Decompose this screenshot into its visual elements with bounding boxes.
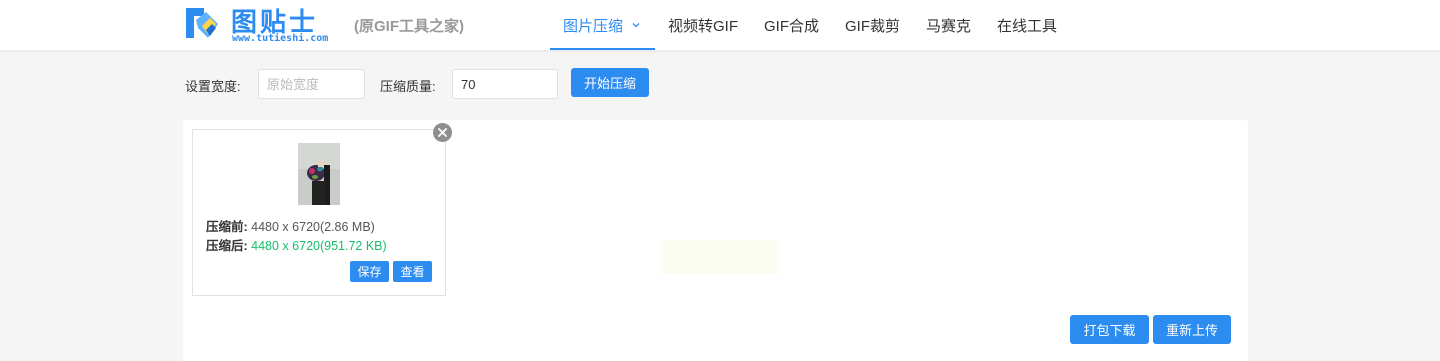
nav-item-label: GIF合成: [764, 17, 820, 35]
width-label: 设置宽度:: [185, 79, 241, 94]
nav-item-online-tools[interactable]: 在线工具: [984, 0, 1070, 50]
top-header: 图贴士 www.tutieshi.com (原GIF工具之家) 图片压缩 视频转…: [0, 0, 1440, 50]
thumbnail-image: [298, 143, 340, 205]
brand-slogan: (原GIF工具之家): [354, 18, 464, 35]
nav-item-image-compress[interactable]: 图片压缩: [550, 0, 656, 50]
close-icon: [438, 128, 447, 137]
chevron-down-icon: [632, 23, 640, 28]
nav-item-label: 在线工具: [997, 17, 1058, 35]
view-button[interactable]: 查看: [393, 261, 432, 282]
background-highlight: [660, 240, 780, 274]
remove-file-button[interactable]: [433, 123, 452, 142]
file-card: 压缩前: 4480 x 6720(2.86 MB) 压缩后: 4480 x 67…: [192, 129, 446, 296]
before-size-row: 压缩前: 4480 x 6720(2.86 MB): [206, 216, 375, 235]
brand-url: www.tutieshi.com: [232, 33, 329, 44]
save-button[interactable]: 保存: [350, 261, 389, 282]
after-label: 压缩后:: [206, 239, 248, 253]
quality-label: 压缩质量:: [380, 79, 436, 94]
nav-item-label: GIF裁剪: [845, 17, 901, 35]
site-logo[interactable]: 图贴士 www.tutieshi.com: [184, 2, 344, 46]
nav-item-label: 马赛克: [926, 17, 972, 35]
upload-panel: 压缩前: 4480 x 6720(2.86 MB) 压缩后: 4480 x 67…: [183, 120, 1248, 361]
nav-item-label: 视频转GIF: [668, 17, 739, 35]
start-compress-button[interactable]: 开始压缩: [571, 68, 649, 97]
download-all-button[interactable]: 打包下载: [1070, 315, 1149, 344]
nav-item-gif-compose[interactable]: GIF合成: [751, 0, 832, 50]
reupload-button[interactable]: 重新上传: [1153, 315, 1231, 344]
before-value: 4480 x 6720(2.86 MB): [251, 220, 375, 234]
logo-mark-icon: [186, 8, 218, 38]
image-thumbnail[interactable]: [298, 143, 340, 205]
nav-item-label: 图片压缩: [563, 17, 624, 35]
width-input[interactable]: [258, 69, 365, 99]
nav-item-video-to-gif[interactable]: 视频转GIF: [655, 0, 751, 50]
after-size-row: 压缩后: 4480 x 6720(951.72 KB): [206, 235, 387, 254]
before-label: 压缩前:: [206, 220, 248, 234]
nav-item-gif-crop[interactable]: GIF裁剪: [832, 0, 913, 50]
after-value: 4480 x 6720(951.72 KB): [251, 239, 387, 253]
nav-item-mosaic[interactable]: 马赛克: [913, 0, 984, 50]
main-nav: 图片压缩 视频转GIF GIF合成 GIF裁剪 马赛克 在线工具: [550, 0, 1070, 50]
quality-input[interactable]: [452, 69, 558, 99]
compress-settings: 设置宽度: 压缩质量: 开始压缩: [0, 68, 1440, 99]
